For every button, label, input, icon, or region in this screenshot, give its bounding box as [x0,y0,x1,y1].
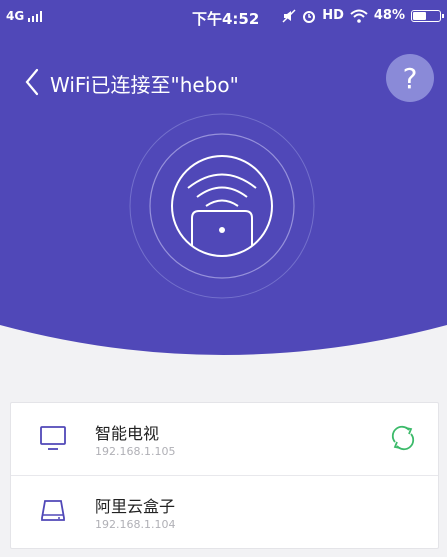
alarm-icon [303,10,316,23]
help-button[interactable]: ? [386,54,434,102]
battery-icon [411,9,444,22]
device-row-smart-tv[interactable]: 智能电视 192.168.1.105 [11,403,438,475]
hd-label: HD [322,8,344,23]
status-bar: 4G 下午4:52 HD 48% [0,0,447,34]
signal-icon [28,10,43,22]
tv-icon [40,426,66,450]
status-time: 下午4:52 [192,10,260,28]
device-row-aliyun-box[interactable]: 阿里云盒子 192.168.1.104 [11,475,438,548]
mute-icon [282,8,296,23]
router-wifi-icon [129,113,315,299]
refresh-icon[interactable] [390,425,416,451]
page-title: WiFi已连接至"hebo" [50,73,239,97]
device-name: 智能电视 [95,424,160,443]
device-ip: 192.168.1.104 [95,518,176,531]
hero-panel: 4G 下午4:52 HD 48% WiFi已连接至"hebo" ? [0,0,447,370]
device-list: 智能电视 192.168.1.105 阿里云盒子 192.168.1.104 [10,402,439,549]
network-type: 4G [6,9,25,23]
help-icon: ? [402,61,418,95]
hard-drive-icon [41,500,65,521]
wifi-icon [350,9,368,23]
battery-fill [413,11,427,20]
battery-percent: 48% [373,8,405,23]
device-name: 阿里云盒子 [95,497,176,516]
chevron-left-icon[interactable] [22,68,42,96]
device-ip: 192.168.1.105 [95,445,176,458]
